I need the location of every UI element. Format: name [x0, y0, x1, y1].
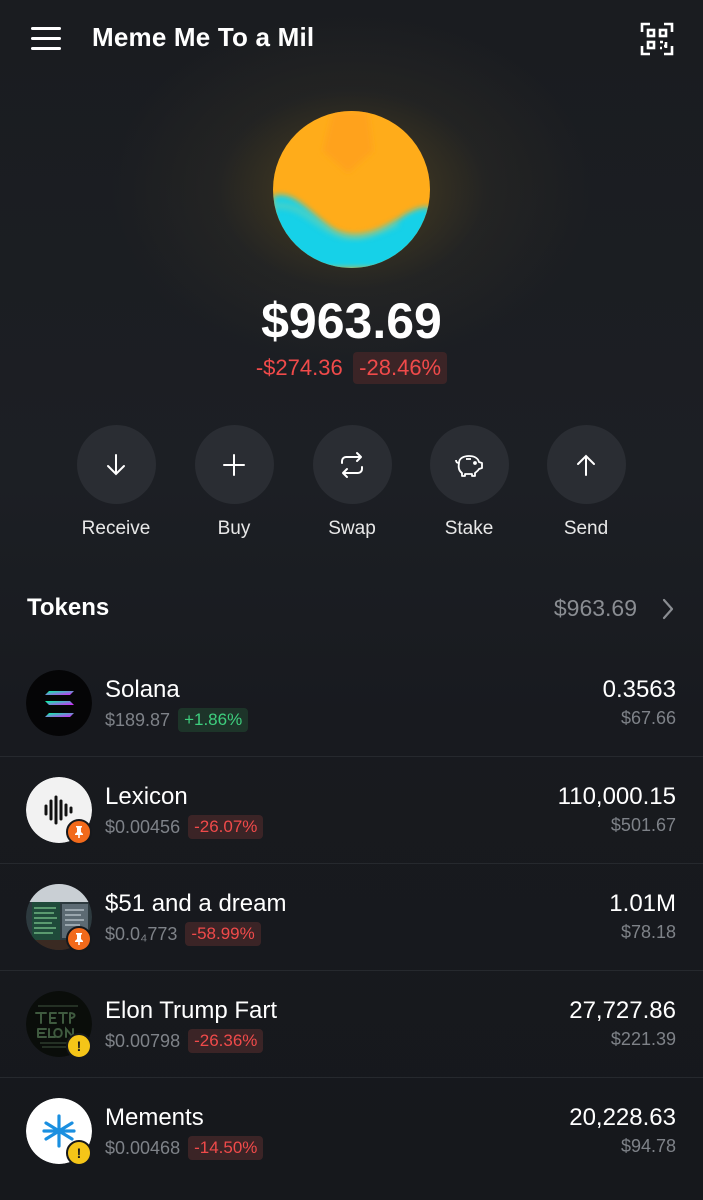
token-price: $0.0₄773	[105, 923, 178, 944]
token-name: Lexicon	[105, 783, 188, 810]
token-amount: 27,727.86	[569, 997, 676, 1024]
action-bar: Receive Buy Swap Stake Send	[0, 425, 703, 545]
receive-circle[interactable]	[76, 425, 156, 504]
stake-button[interactable]: Stake	[409, 425, 529, 540]
app-header: Meme Me To a Mil	[0, 0, 703, 80]
warning-badge-icon: !	[66, 1033, 92, 1059]
token-price-line: $189.87 +1.86%	[105, 708, 249, 732]
warning-badge-icon: !	[66, 1140, 92, 1166]
token-change: -26.36%	[188, 1029, 264, 1053]
token-row-mements[interactable]: ! Mements $0.00468 -14.50% 20,228.63 $94…	[0, 1078, 703, 1185]
token-row-lexicon[interactable]: Lexicon $0.00456 -26.07% 110,000.15 $501…	[0, 757, 703, 864]
token-price-line: $0.00456 -26.07%	[105, 815, 264, 839]
solana-logo-icon	[26, 670, 92, 736]
token-name: Elon Trump Fart	[105, 997, 278, 1024]
swap-circle[interactable]	[312, 425, 392, 504]
token-price: $0.00798	[105, 1030, 181, 1051]
token-price: $0.00468	[105, 1137, 181, 1158]
buy-label: Buy	[217, 518, 251, 539]
swap-button[interactable]: Swap	[292, 425, 412, 540]
tokens-title: Tokens	[27, 594, 110, 621]
token-value: $221.39	[610, 1029, 676, 1049]
token-price: $0.00456	[105, 816, 181, 837]
portfolio-balance: $963.69	[261, 293, 442, 349]
send-button[interactable]: Send	[526, 425, 646, 540]
pin-badge-icon	[66, 819, 92, 845]
piggy-bank-icon	[455, 454, 483, 477]
buy-circle[interactable]	[194, 425, 274, 504]
buy-button[interactable]: Buy	[174, 425, 294, 540]
token-amount: 20,228.63	[569, 1104, 676, 1131]
token-value: $501.67	[610, 815, 676, 835]
token-amount: 0.3563	[602, 676, 676, 703]
token-change: -14.50%	[188, 1136, 264, 1160]
portfolio-change-percent: -28.46%	[353, 352, 448, 384]
swap-icon	[341, 451, 363, 478]
token-value: $94.78	[620, 1136, 676, 1156]
token-amount: 110,000.15	[557, 783, 676, 810]
plus-icon	[223, 453, 245, 476]
stake-circle[interactable]	[429, 425, 509, 504]
token-change: -58.99%	[185, 922, 261, 946]
tokens-total-value: $963.69	[553, 595, 637, 621]
token-value: $78.18	[620, 922, 676, 942]
arrow-down-icon	[107, 453, 125, 475]
token-change: +1.86%	[178, 708, 249, 732]
token-value: $67.66	[620, 708, 676, 728]
receive-button[interactable]: Receive	[56, 425, 176, 540]
stake-label: Stake	[444, 518, 494, 539]
token-price: $189.87	[105, 709, 171, 730]
token-price-line: $0.00468 -14.50%	[105, 1136, 264, 1160]
token-price-line: $0.00798 -26.36%	[105, 1029, 264, 1053]
token-name: Solana	[105, 676, 180, 703]
wallet-screen: Meme Me To a Mil $963.69 -$274.36 -28.46…	[0, 0, 703, 1200]
token-amount: 1.01M	[609, 890, 676, 917]
qr-scan-icon[interactable]	[640, 22, 674, 56]
send-circle[interactable]	[546, 425, 626, 504]
token-name: $51 and a dream	[105, 890, 287, 917]
wallet-avatar[interactable]	[273, 111, 430, 268]
wallet-name[interactable]: Meme Me To a Mil	[92, 22, 314, 53]
token-row-51-and-a-dream[interactable]: $51 and a dream $0.0₄773 -58.99% 1.01M $…	[0, 864, 703, 971]
token-row-elon-trump-fart[interactable]: ! Elon Trump Fart $0.00798 -26.36% 27,72…	[0, 971, 703, 1078]
hamburger-menu-icon[interactable]	[28, 22, 64, 54]
tokens-section-header[interactable]: Tokens $963.69	[0, 590, 703, 630]
token-list: Solana $189.87 +1.86% 0.3563 $67.66 Lexi…	[0, 650, 703, 1185]
token-name: Mements	[105, 1104, 204, 1131]
pin-badge-icon	[66, 926, 92, 952]
send-label: Send	[563, 518, 609, 539]
token-change: -26.07%	[188, 815, 264, 839]
token-row-solana[interactable]: Solana $189.87 +1.86% 0.3563 $67.66	[0, 650, 703, 757]
chevron-right-icon[interactable]	[661, 598, 675, 625]
token-price-line: $0.0₄773 -58.99%	[105, 922, 261, 946]
receive-label: Receive	[81, 518, 151, 539]
portfolio-change: -$274.36 -28.46%	[0, 352, 703, 384]
arrow-up-icon	[577, 454, 595, 476]
swap-label: Swap	[328, 518, 376, 539]
portfolio-change-amount: -$274.36	[255, 355, 343, 380]
